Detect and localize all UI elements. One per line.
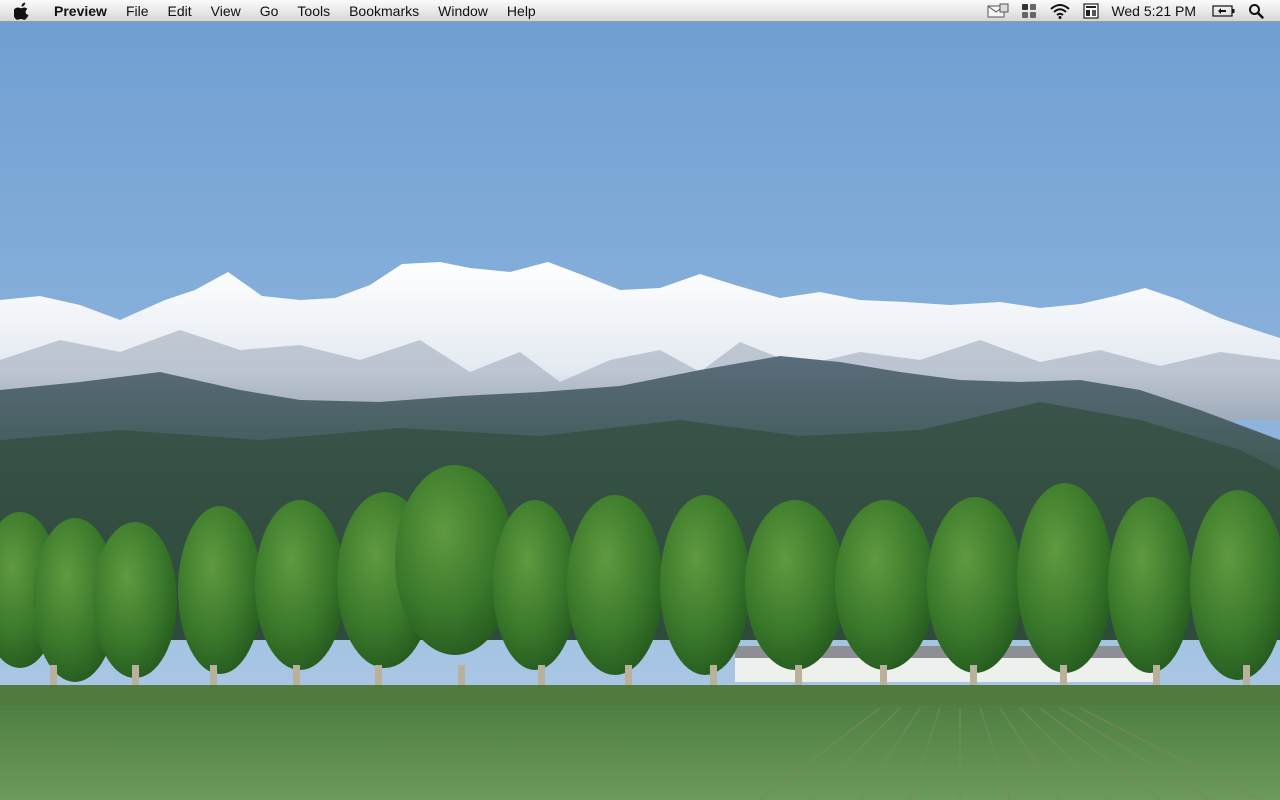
mail-status-icon[interactable] — [987, 0, 1009, 22]
spaces-icon[interactable] — [1021, 0, 1037, 22]
menu-bookmarks[interactable]: Bookmarks — [340, 0, 429, 22]
wifi-icon[interactable] — [1049, 0, 1071, 22]
menu-edit[interactable]: Edit — [158, 0, 201, 22]
apple-logo-icon[interactable] — [14, 0, 40, 22]
desktop-wallpaper — [0, 0, 1280, 800]
desktop: Preview File Edit View Go Tools Bookmark… — [0, 0, 1280, 800]
menu-tools[interactable]: Tools — [288, 0, 340, 22]
farm-field — [0, 705, 1280, 800]
menu-bar-clock[interactable]: Wed 5:21 PM — [1111, 3, 1196, 19]
menu-help[interactable]: Help — [497, 0, 545, 22]
battery-icon[interactable] — [1212, 0, 1236, 22]
menu-app-preview[interactable]: Preview — [54, 0, 116, 22]
menu-bar: Preview File Edit View Go Tools Bookmark… — [0, 0, 1280, 22]
menu-window[interactable]: Window — [429, 0, 498, 22]
spotlight-search-icon[interactable] — [1248, 0, 1264, 22]
keyboard-viewer-icon[interactable] — [1083, 0, 1100, 22]
menu-go[interactable]: Go — [250, 0, 288, 22]
menu-bar-left: Preview File Edit View Go Tools Bookmark… — [0, 0, 545, 22]
menu-file[interactable]: File — [116, 0, 158, 22]
menu-bar-status-area: Wed 5:21 PM — [981, 0, 1280, 22]
grass-strip — [0, 685, 1280, 707]
menu-view[interactable]: View — [201, 0, 250, 22]
